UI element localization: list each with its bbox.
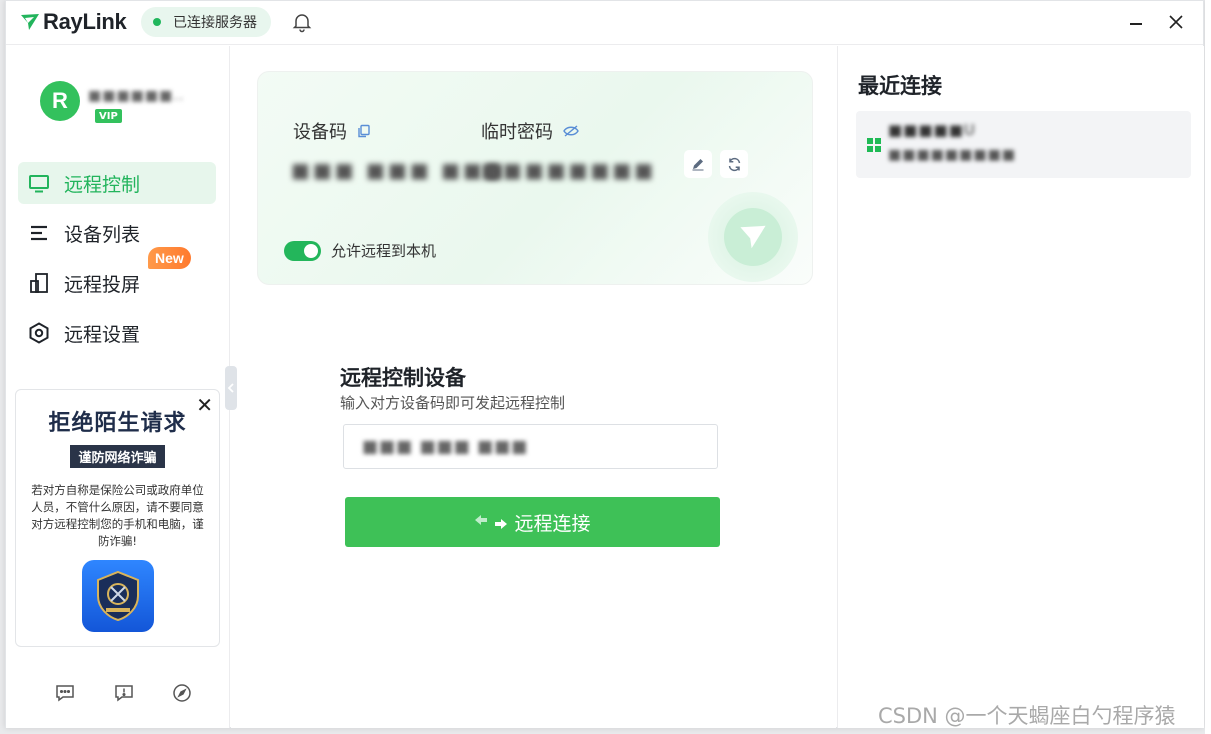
edit-password-button[interactable]	[684, 150, 712, 178]
sidebar: R ■■■■■■.. VIP 远程控制 设备列表 远程投屏 New 远程设置 ✕…	[6, 46, 230, 728]
sidebar-item-screen-cast[interactable]: 远程投屏	[18, 262, 216, 304]
temp-password-label-group: 临时密码	[481, 118, 579, 144]
title-bar: RayLink 已连接服务器	[6, 1, 1203, 45]
avatar[interactable]: R	[40, 81, 80, 121]
allow-remote-toggle[interactable]	[284, 241, 321, 261]
sidebar-item-label: 远程设置	[64, 323, 141, 346]
close-icon	[1169, 15, 1183, 29]
allow-remote-label: 允许远程到本机	[331, 242, 437, 260]
app-logo: RayLink	[20, 9, 127, 35]
refresh-password-button[interactable]	[720, 150, 748, 178]
sidebar-item-label: 远程控制	[64, 173, 141, 196]
recent-title: 最近连接	[858, 74, 942, 98]
sidebar-item-label: 设备列表	[64, 223, 141, 246]
sidebar-collapse-handle[interactable]	[225, 366, 237, 410]
ad-subtitle: 谨防网络诈骗	[70, 445, 165, 468]
watermark: CSDN @一个天蝎座白勺程序猿	[878, 704, 1176, 728]
connect-arrows-icon	[475, 515, 508, 529]
list-icon	[28, 222, 50, 244]
sidebar-item-device-list[interactable]: 设备列表	[18, 212, 216, 254]
sidebar-item-remote-control[interactable]: 远程控制	[18, 162, 216, 204]
pencil-icon	[692, 159, 704, 171]
refresh-icon	[728, 157, 740, 171]
device-code-input-value: ■■■ ■■■ ■■■	[362, 436, 529, 457]
temp-password-value: ■■■■■■■■	[481, 158, 657, 182]
anti-fraud-ad: ✕ 拒绝陌生请求 谨防网络诈骗 若对方自称是保险公司或政府单位人员，不管什么原因…	[15, 389, 220, 647]
recent-device-name: ■■■■■U	[888, 121, 976, 139]
raylink-logo-icon	[21, 14, 39, 30]
new-badge: New	[148, 247, 191, 269]
username: ■■■■■■..	[88, 88, 185, 104]
ad-body: 若对方自称是保险公司或政府单位人员，不管什么原因，请不要同意对方远程控制您的手机…	[31, 483, 204, 548]
recent-connection-item[interactable]: ■■■■■U ■■■■■■■■■	[856, 111, 1191, 178]
device-code-label-group: 设备码	[293, 118, 371, 144]
connection-status-text: 已连接服务器	[173, 15, 257, 31]
ad-title: 拒绝陌生请求	[48, 411, 187, 436]
device-code-value: ■■■ ■■■ ■■■	[291, 158, 507, 182]
screen-cast-icon	[28, 272, 50, 294]
recent-connections-panel: 最近连接 ■■■■■U ■■■■■■■■■	[837, 46, 1204, 728]
monitor-icon	[28, 172, 50, 194]
settings-hex-icon	[28, 322, 50, 344]
sidebar-item-label: 远程投屏	[64, 273, 141, 296]
eye-hidden-icon[interactable]	[563, 124, 579, 138]
app-name: RayLink	[43, 9, 127, 34]
device-code-input[interactable]: ■■■ ■■■ ■■■	[343, 424, 718, 469]
raylink-emblem	[708, 192, 798, 282]
notification-bell-icon[interactable]	[291, 11, 313, 33]
recent-device-code: ■■■■■■■■■	[888, 147, 1017, 163]
device-info-card: 设备码 临时密码 ■■■ ■■■ ■■■ ■■■■■■■■ 允许远程到本机	[257, 71, 813, 285]
copy-icon[interactable]	[357, 124, 371, 138]
compass-icon[interactable]	[171, 682, 193, 704]
raylink-logo-icon	[740, 225, 766, 249]
connect-button-label: 远程连接	[514, 512, 591, 535]
background-edge	[1205, 0, 1211, 734]
vip-badge: VIP	[95, 109, 122, 123]
chevron-left-icon	[227, 383, 234, 393]
minimize-button[interactable]	[1125, 11, 1147, 33]
temp-password-label: 临时密码	[481, 122, 553, 143]
device-code-label: 设备码	[293, 122, 347, 143]
status-dot-icon	[153, 18, 161, 26]
main-panel: 设备码 临时密码 ■■■ ■■■ ■■■ ■■■■■■■■ 允许远程到本机 远程…	[231, 46, 836, 728]
app-window: RayLink 已连接服务器 R ■■■■■■.. VIP 远程控制 设备列表 …	[5, 0, 1204, 728]
feedback-icon[interactable]	[113, 682, 135, 704]
remote-control-description: 输入对方设备码即可发起远程控制	[340, 394, 566, 412]
minimize-icon	[1130, 23, 1142, 25]
close-window-button[interactable]	[1165, 11, 1187, 33]
ad-close-button[interactable]: ✕	[196, 394, 213, 416]
windows-icon	[867, 138, 881, 152]
anti-fraud-app-icon[interactable]	[81, 560, 154, 632]
sidebar-item-remote-settings[interactable]: 远程设置	[18, 312, 216, 354]
chat-icon[interactable]	[54, 682, 76, 704]
connection-status-badge: 已连接服务器	[141, 7, 271, 37]
remote-control-title: 远程控制设备	[340, 366, 466, 390]
remote-connect-button[interactable]: 远程连接	[345, 497, 720, 547]
